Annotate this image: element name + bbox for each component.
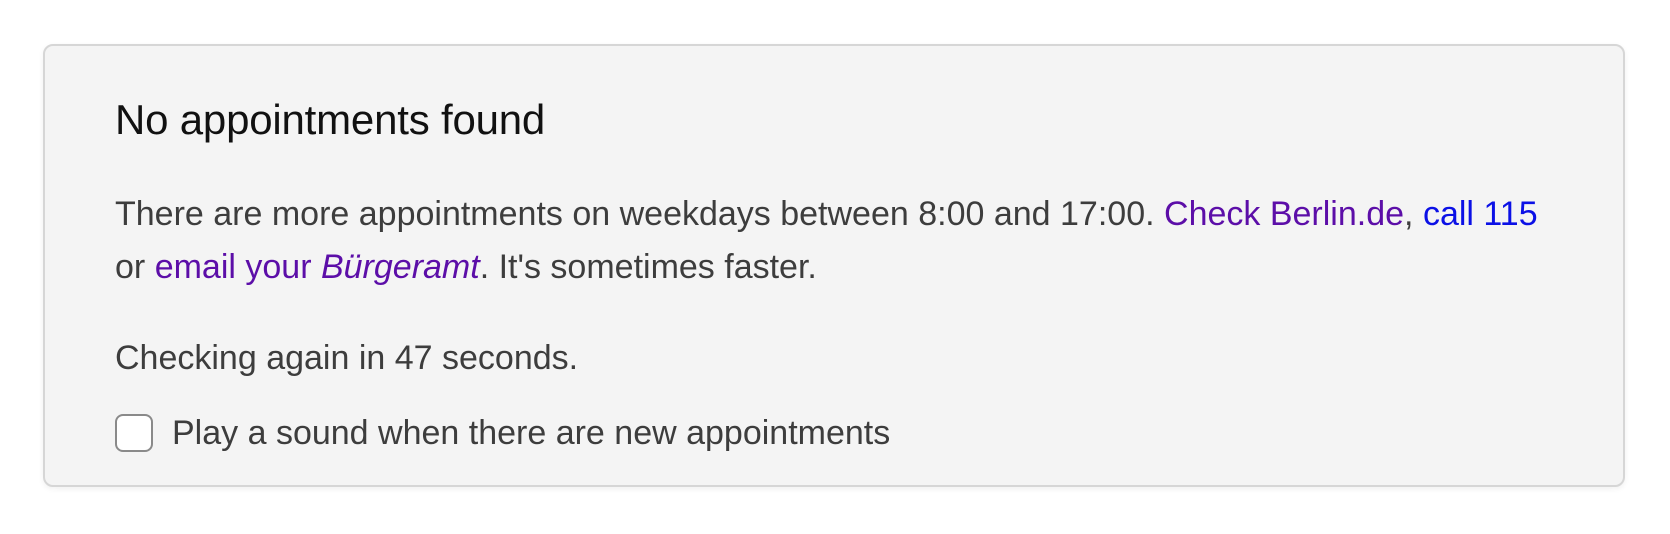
email-link-italic: Bürgeramt	[320, 248, 480, 286]
countdown-text: Checking again in 47 seconds.	[115, 339, 579, 377]
info-text-before: There are more appointments on weekdays …	[115, 195, 1165, 233]
no-appointments-panel: No appointments found There are more app…	[43, 44, 1625, 487]
play-sound-label[interactable]: Play a sound when there are new appointm…	[172, 411, 890, 455]
check-berlin-link[interactable]: Check Berlin.de	[1164, 195, 1404, 233]
space-separator	[1413, 195, 1422, 233]
email-link-prefix: email your	[154, 248, 321, 286]
panel-title: No appointments found	[115, 96, 546, 143]
email-buergeramt-link[interactable]: email your Bürgeramt	[155, 248, 480, 286]
play-sound-option[interactable]: Play a sound when there are new appointm…	[115, 411, 890, 455]
call-115-link[interactable]: call 115	[1423, 195, 1538, 233]
info-text-after: . It's sometimes faster.	[479, 248, 817, 286]
info-text: There are more appointments on weekdays …	[115, 188, 1565, 294]
or-text: or	[115, 248, 155, 286]
play-sound-checkbox[interactable]	[115, 414, 153, 452]
